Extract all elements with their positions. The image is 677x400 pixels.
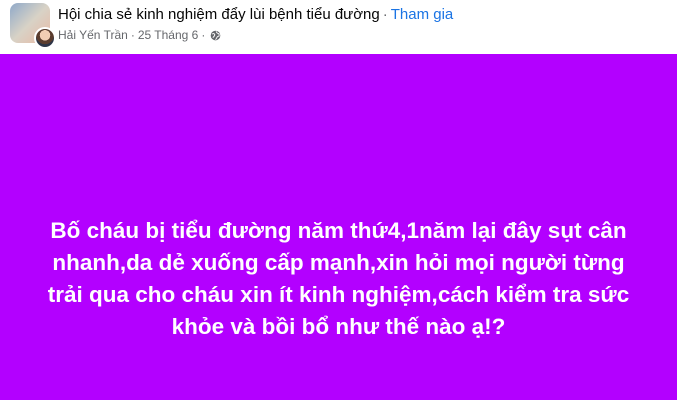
post-text: Bố cháu bị tiểu đường năm thứ4,1năm lại … [47, 218, 630, 339]
separator-dot: · [382, 6, 388, 23]
join-group-link[interactable]: Tham gia [391, 6, 454, 23]
post-date-link[interactable]: 25 Tháng 6 [138, 28, 199, 42]
post-text-background: Bố cháu bị tiểu đường năm thứ4,1năm lại … [0, 54, 677, 400]
meta-separator: · [130, 28, 135, 42]
post-meta: Hải Yến Trần · 25 Tháng 6 · [58, 28, 221, 42]
group-line: Hội chia sẻ kinh nghiệm đẩy lùi bệnh tiể… [58, 6, 453, 23]
group-name-link[interactable]: Hội chia sẻ kinh nghiệm đẩy lùi bệnh tiể… [58, 6, 380, 23]
author-avatar[interactable] [34, 27, 56, 49]
post-header: Hội chia sẻ kinh nghiệm đẩy lùi bệnh tiể… [0, 0, 677, 54]
globe-icon[interactable] [210, 30, 221, 41]
meta-separator-2: · [201, 28, 206, 42]
author-name-link[interactable]: Hải Yến Trần [58, 28, 128, 42]
